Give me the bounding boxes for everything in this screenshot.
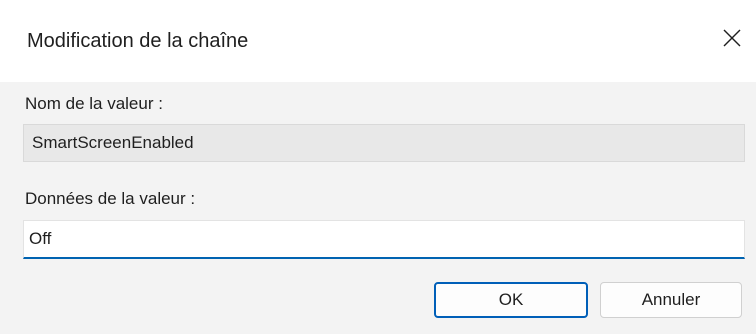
value-name-field[interactable]: SmartScreenEnabled (23, 124, 745, 162)
value-data-input[interactable] (29, 227, 729, 251)
close-icon (723, 29, 741, 47)
value-data-field[interactable] (23, 220, 745, 259)
cancel-button[interactable]: Annuler (600, 282, 742, 318)
value-data-label: Données de la valeur : (25, 189, 196, 208)
value-name-label: Nom de la valeur : (25, 94, 163, 113)
ok-button[interactable]: OK (434, 282, 588, 318)
value-name-text: SmartScreenEnabled (32, 133, 194, 152)
close-button[interactable] (708, 14, 756, 62)
title-bar: Modification de la chaîne (0, 0, 756, 82)
dialog-title: Modification de la chaîne (27, 30, 249, 52)
edit-string-dialog: Modification de la chaîne Nom de la vale… (0, 0, 756, 334)
